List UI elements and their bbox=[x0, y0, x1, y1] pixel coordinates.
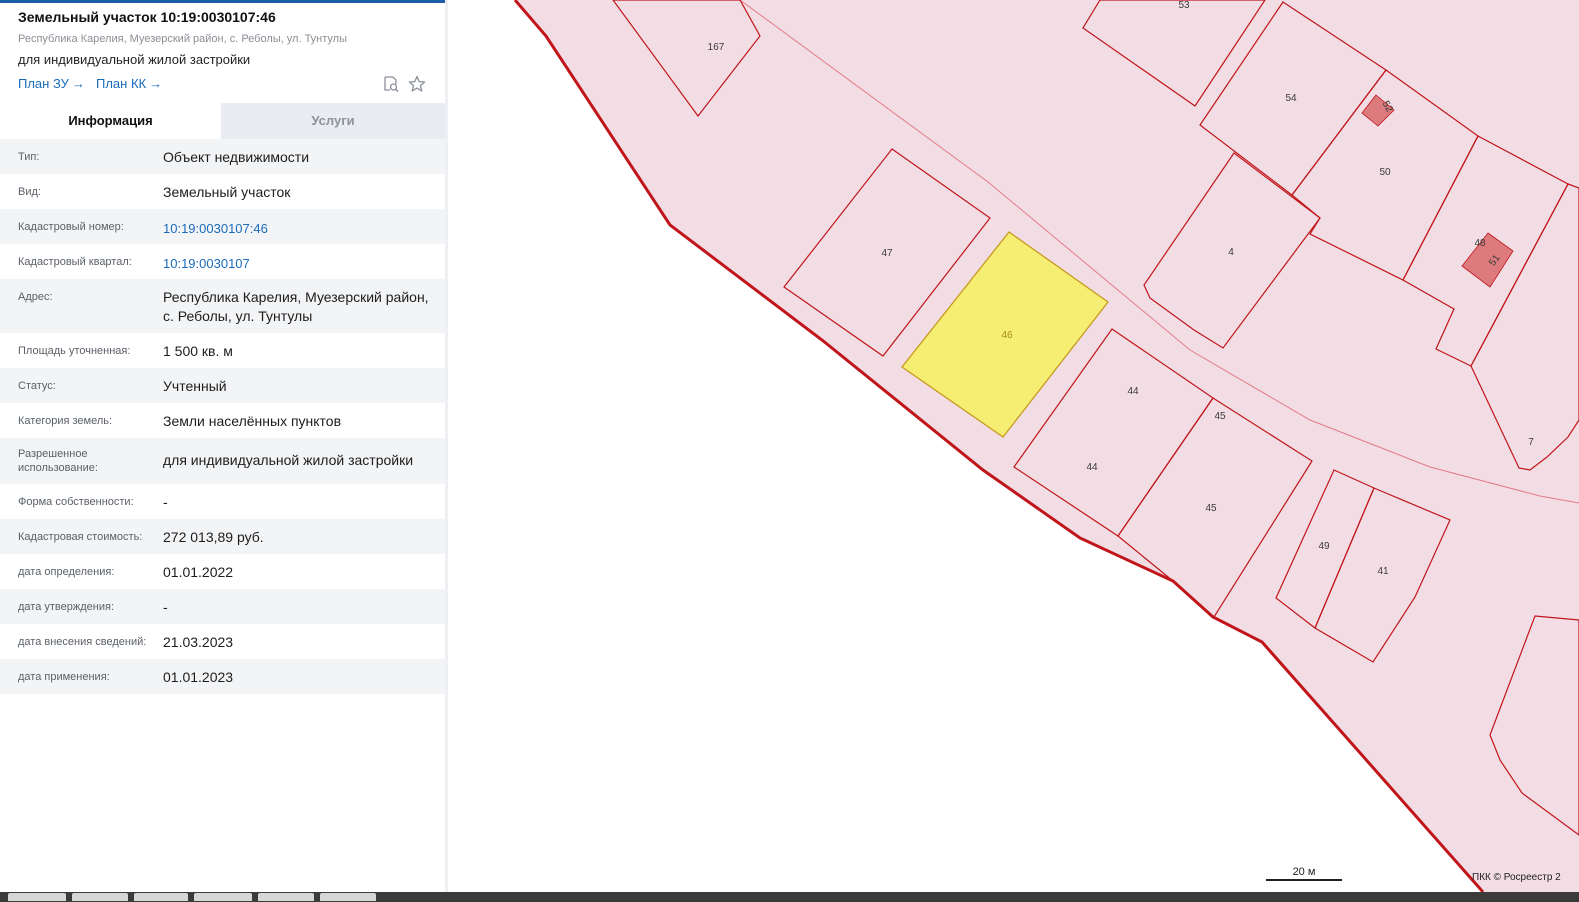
info-value: Учтенный bbox=[163, 378, 227, 394]
panel-top-accent bbox=[0, 0, 445, 3]
scale-label: 20 м bbox=[1292, 866, 1316, 878]
info-value: 272 013,89 руб. bbox=[163, 529, 264, 545]
taskbar-item[interactable] bbox=[8, 893, 66, 901]
info-row-type: Тип: Объект недвижимости bbox=[0, 139, 445, 174]
scale-bar bbox=[1266, 879, 1342, 881]
arrow-right-icon: → bbox=[71, 76, 85, 91]
info-label: Тип: bbox=[18, 151, 40, 163]
info-value: - bbox=[163, 494, 168, 510]
info-row-date-applied: дата применения: 01.01.2023 bbox=[0, 659, 445, 694]
info-label: Кадастровый квартал: bbox=[18, 256, 132, 268]
info-label: Статус: bbox=[18, 380, 56, 392]
info-label: Форма собственности: bbox=[18, 496, 134, 508]
parcel-label-41: 41 bbox=[1377, 566, 1389, 577]
info-value: для индивидуальной жилой застройки bbox=[163, 452, 414, 468]
cadastral-quarter-link[interactable]: 10:19:0030107 bbox=[163, 254, 433, 273]
info-row-cadastral-number: Кадастровый номер: 10:19:0030107:46 bbox=[0, 209, 445, 244]
parcel-label-50: 50 bbox=[1379, 167, 1391, 178]
info-row-cadastral-quarter: Кадастровый квартал: 10:19:0030107 bbox=[0, 244, 445, 279]
object-address: Республика Карелия, Муезерский район, с.… bbox=[18, 33, 347, 45]
map-copyright: ПКК © Росреестр 2 bbox=[1472, 872, 1561, 883]
info-row-permitted-use: Разрешенное использование: для индивидуа… bbox=[0, 438, 445, 484]
search-document-icon[interactable] bbox=[382, 75, 400, 93]
parcel-label-47: 47 bbox=[881, 248, 893, 259]
plan-zu-link-label: План ЗУ bbox=[18, 76, 69, 91]
parcel-label-7: 7 bbox=[1528, 437, 1534, 448]
taskbar-item[interactable] bbox=[258, 893, 314, 901]
info-label: Вид: bbox=[18, 186, 41, 198]
info-row-area: Площадь уточненная: 1 500 кв. м bbox=[0, 333, 445, 368]
info-panel: Земельный участок 10:19:0030107:46 Респу… bbox=[0, 0, 445, 892]
parcel-label-54: 54 bbox=[1285, 93, 1297, 104]
parcel-label-46: 46 bbox=[1001, 330, 1013, 341]
parcel-label-44: 44 bbox=[1086, 462, 1098, 473]
info-value: 1 500 кв. м bbox=[163, 343, 233, 359]
info-row-cadastral-value: Кадастровая стоимость: 272 013,89 руб. bbox=[0, 519, 445, 554]
info-row-status: Статус: Учтенный bbox=[0, 368, 445, 403]
info-row-ownership: Форма собственности: - bbox=[0, 484, 445, 519]
taskbar-item[interactable] bbox=[194, 893, 252, 901]
info-label: Кадастровый номер: bbox=[18, 221, 124, 233]
arrow-right-icon: → bbox=[149, 76, 163, 91]
info-row-date-determined: дата определения: 01.01.2022 bbox=[0, 554, 445, 589]
info-label: дата применения: bbox=[18, 671, 110, 683]
info-value: Земельный участок bbox=[163, 184, 291, 200]
info-value: - bbox=[163, 599, 168, 615]
info-value: 21.03.2023 bbox=[163, 634, 234, 650]
cadastral-quarter-area bbox=[515, 0, 1579, 892]
parcel-label-49: 49 bbox=[1318, 541, 1330, 552]
plan-kk-link[interactable]: План КК → bbox=[96, 76, 162, 91]
parcel-label-167: 167 bbox=[708, 42, 725, 53]
parcel-label-44-top: 44 bbox=[1127, 386, 1139, 397]
info-value: Республика Карелия, Муезерский район, с.… bbox=[163, 289, 429, 324]
info-value: 01.01.2023 bbox=[163, 669, 234, 685]
object-title: Земельный участок 10:19:0030107:46 bbox=[18, 9, 276, 25]
map-scale: 20 м bbox=[1266, 866, 1342, 882]
plan-zu-link[interactable]: План ЗУ → bbox=[18, 76, 85, 91]
info-label: дата внесения сведений: bbox=[18, 636, 147, 648]
cadastral-map[interactable]: 167 53 54 52 50 47 46 4 48 51 44 45 44 4… bbox=[448, 0, 1579, 892]
taskbar-item[interactable] bbox=[72, 893, 128, 901]
info-value: Земли населённых пунктов bbox=[163, 413, 342, 429]
info-row-kind: Вид: Земельный участок bbox=[0, 174, 445, 209]
parcel-label-45-top: 45 bbox=[1214, 411, 1226, 422]
info-value: 01.01.2022 bbox=[163, 564, 234, 580]
info-label: Категория земель: bbox=[18, 415, 113, 427]
info-row-address: Адрес: Республика Карелия, Муезерский ра… bbox=[0, 279, 445, 333]
info-row-date-approved: дата утверждения: - bbox=[0, 589, 445, 624]
info-label: дата определения: bbox=[18, 566, 115, 578]
taskbar-item[interactable] bbox=[320, 893, 376, 901]
panel-tabs: Информация Услуги bbox=[0, 103, 445, 139]
parcel-label-53: 53 bbox=[1178, 0, 1190, 11]
info-row-date-entered: дата внесения сведений: 21.03.2023 bbox=[0, 624, 445, 659]
taskbar-item[interactable] bbox=[134, 893, 188, 901]
plan-kk-link-label: План КК bbox=[96, 76, 147, 91]
info-label: Адрес: bbox=[18, 291, 53, 303]
info-label: дата утверждения: bbox=[18, 601, 115, 613]
info-label: Кадастровая стоимость: bbox=[18, 531, 143, 543]
cadastral-number-link[interactable]: 10:19:0030107:46 bbox=[163, 219, 433, 238]
info-label: Площадь уточненная: bbox=[18, 345, 131, 357]
tab-information[interactable]: Информация bbox=[0, 103, 221, 139]
info-label: Разрешенное использование: bbox=[18, 448, 98, 474]
object-permitted-use: для индивидуальной жилой застройки bbox=[18, 52, 251, 67]
parcel-label-48: 48 bbox=[1474, 238, 1486, 249]
star-icon[interactable] bbox=[408, 75, 426, 93]
parcel-label-4: 4 bbox=[1228, 247, 1234, 258]
info-row-land-category: Категория земель: Земли населённых пункт… bbox=[0, 403, 445, 438]
taskbar-strip bbox=[0, 892, 1579, 902]
parcel-label-45: 45 bbox=[1205, 503, 1217, 514]
info-value: Объект недвижимости bbox=[163, 149, 310, 165]
tab-services[interactable]: Услуги bbox=[221, 103, 445, 139]
